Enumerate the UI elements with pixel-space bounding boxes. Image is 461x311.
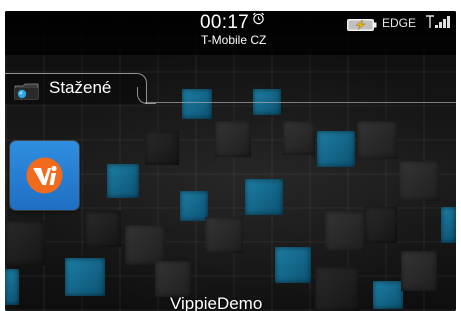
wallpaper-tile [107,164,139,198]
wallpaper-tile [65,258,105,296]
clock-time: 00:17 [200,12,250,33]
wallpaper-tile [245,179,283,215]
wallpaper-tile [317,131,355,167]
wallpaper-tile [283,121,315,155]
network-type: EDGE [382,16,417,30]
wallpaper-tile [399,161,439,201]
signal-strength-icon [426,15,450,28]
battery-charging-icon [347,19,377,31]
wallpaper-tile [325,211,365,251]
wallpaper-tile [180,191,208,221]
status-bar: 00:17 T-Mobile CZ EDGE [5,11,456,55]
folder-label: Stažené [49,78,112,97]
carrier-name: T-Mobile CZ [201,33,267,47]
wallpaper-tile [357,121,397,159]
wallpaper-tile [365,207,397,243]
vippie-app-icon[interactable] [10,141,79,210]
app-label: VippieDemo [170,294,263,311]
folder-icon [14,83,39,100]
wallpaper-tile [205,217,243,253]
folder-divider [145,102,456,103]
wallpaper-tile [145,131,179,165]
wallpaper-tile [401,251,437,291]
wallpaper-tile [155,261,191,297]
wallpaper-tile [5,221,45,265]
wallpaper-tile [441,207,456,243]
wallpaper-tile [215,121,251,157]
home-screen: 00:17 T-Mobile CZ EDGE Stažené VippieDem… [5,11,456,311]
wallpaper-tile [315,267,359,311]
clock: 00:17 [200,12,310,33]
wallpaper-tile [125,225,165,265]
wallpaper-tile [5,269,19,305]
folder-header[interactable]: Stažené [5,73,456,111]
vippie-logo-icon [26,157,63,194]
wallpaper-tile [275,247,311,283]
wallpaper-tile [373,281,403,309]
alarm-clock-icon [253,12,265,25]
wallpaper-tile [85,211,121,247]
